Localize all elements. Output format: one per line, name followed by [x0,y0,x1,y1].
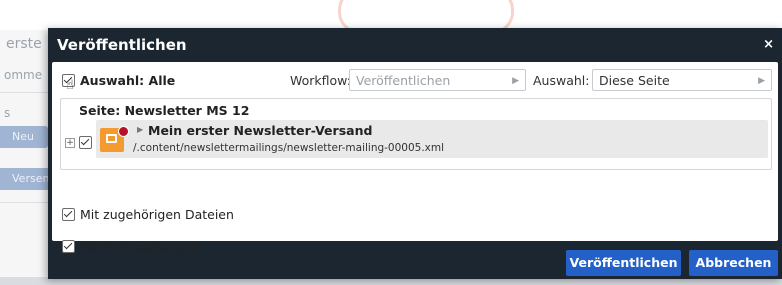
item-checkbox[interactable] [79,136,92,149]
expand-icon[interactable]: + [65,138,75,148]
selection-value: Diese Seite [599,73,670,88]
group-title: Seite: Newsletter MS 12 [79,103,250,118]
related-files-label: Mit zugehörigen Dateien [80,207,234,222]
selection-row: Auswahl: Alle ☝ Workflow: Veröffentliche… [60,68,772,94]
dialog-title: Veröffentlichen [57,36,187,54]
related-files-checkbox[interactable] [62,208,75,221]
divider [0,202,50,203]
hand-cursor-icon: ☝ [66,78,74,93]
resource-group: Seite: Newsletter MS 12 + ▶ Mein erster … [60,98,772,170]
background-text: omme [4,68,43,82]
background-text: erste [6,36,42,52]
chevron-right-icon: ▶ [758,76,765,86]
resource-title: Mein erster Newsletter-Versand [148,123,373,138]
option-related-files[interactable]: Mit zugehörigen Dateien [62,207,234,222]
dialog-titlebar: Veröffentlichen × [48,28,782,61]
background-send-button: Versen [0,168,50,190]
workflow-label: Workflow: [290,73,351,88]
selection-select[interactable]: Diese Seite ▶ [592,69,772,91]
option-links[interactable]: Mit Verknüpfungen [62,239,198,254]
background-text: s [4,106,11,120]
select-all-label: Auswahl: Alle [80,73,176,88]
background-new-button: Neu [0,126,48,148]
cancel-button[interactable]: Abbrechen [689,250,778,276]
divider [0,92,50,93]
publish-button[interactable]: Veröffentlichen [566,250,681,276]
close-icon[interactable]: × [763,37,774,52]
status-badge [118,126,129,137]
caret-right-icon[interactable]: ▶ [137,125,143,134]
chevron-right-icon: ▶ [512,76,519,86]
selection-label: Auswahl: [533,73,590,88]
publish-dialog: Veröffentlichen × Auswahl: Alle ☝ Workfl… [48,28,782,279]
links-checkbox[interactable] [62,240,75,253]
links-label: Mit Verknüpfungen [80,239,199,254]
resource-item[interactable]: ▶ Mein erster Newsletter-Versand /.conte… [96,120,768,158]
workflow-value: Veröffentlichen [356,73,451,88]
newsletter-icon [100,126,129,152]
resource-path: /.content/newslettermailings/newsletter-… [133,142,445,154]
workflow-select[interactable]: Veröffentlichen ▶ [349,69,526,91]
dialog-content: Auswahl: Alle ☝ Workflow: Veröffentliche… [52,62,778,254]
